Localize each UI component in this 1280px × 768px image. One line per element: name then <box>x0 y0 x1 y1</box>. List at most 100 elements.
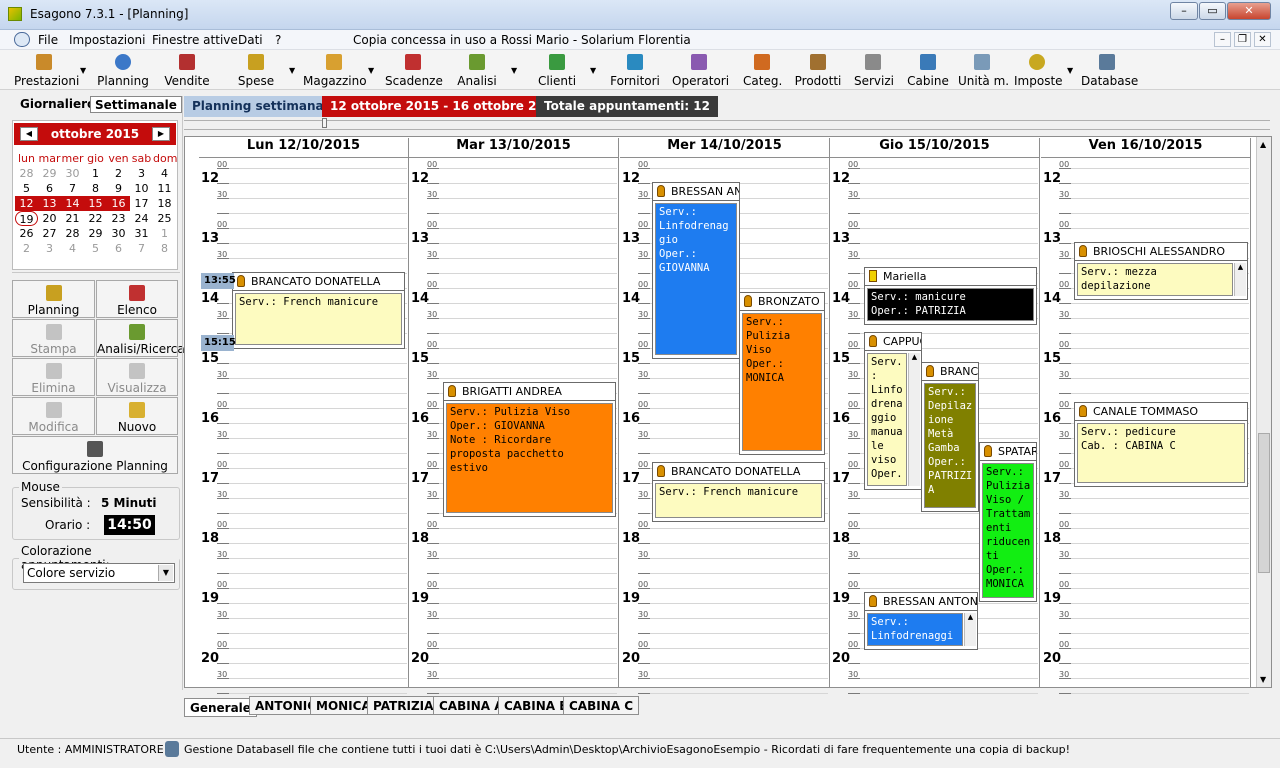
calendar-day[interactable]: 8 <box>153 241 176 256</box>
tab-giornaliero[interactable]: Giornaliero <box>16 96 99 113</box>
calendar-day[interactable]: 4 <box>61 241 84 256</box>
calendar-day[interactable]: 3 <box>130 166 153 181</box>
coloring-select[interactable]: Colore servizio ▼ <box>23 563 175 583</box>
nuovo-button[interactable]: Nuovo <box>96 397 178 435</box>
prestazioni-dropdown-icon[interactable]: ▼ <box>80 66 86 75</box>
mdi-close-button[interactable]: ✕ <box>1254 32 1271 47</box>
calendar-day[interactable]: 5 <box>84 241 107 256</box>
appointment-scrollbar[interactable]: ▲ <box>1234 263 1246 296</box>
calendar-day[interactable]: 7 <box>130 241 153 256</box>
toolbar-unita-button[interactable]: Unità m. <box>958 52 1009 88</box>
stampa-button[interactable]: Stampa <box>12 319 95 357</box>
toolbar-imposte-button[interactable]: Imposte <box>1014 52 1063 88</box>
visualizza-button[interactable]: Visualizza <box>96 358 178 396</box>
next-month-button[interactable]: ▶ <box>152 127 170 141</box>
mdi-minimize-button[interactable]: – <box>1214 32 1231 47</box>
calendar-day[interactable]: 8 <box>84 181 107 196</box>
calendar-day[interactable]: 16 <box>107 196 130 211</box>
appointment-card[interactable]: BRONZATO IA Serv.: Pulizia Viso Oper.: MO… <box>739 292 825 455</box>
toolbar-magazzino-button[interactable]: Magazzino <box>303 52 367 88</box>
mdi-restore-button[interactable]: ❐ <box>1234 32 1251 47</box>
appointment-card[interactable]: SPATAR Serv.: Pulizia Viso / Trattam enti… <box>979 442 1037 602</box>
calendar-day[interactable]: 23 <box>107 211 130 226</box>
menu-help[interactable]: ? <box>275 33 281 47</box>
calendar-day[interactable]: 27 <box>38 226 61 241</box>
appointment-card[interactable]: BRANC Serv.: Depilaz ione Metà Gamba Oper… <box>921 362 979 512</box>
toolbar-prestazioni-button[interactable]: Prestazioni <box>14 52 79 88</box>
calendar-day[interactable]: 30 <box>107 226 130 241</box>
calendar-day[interactable]: 25 <box>153 211 176 226</box>
splitter[interactable] <box>182 96 183 690</box>
calendar-day[interactable]: 13 <box>38 196 61 211</box>
calendar-day[interactable]: 3 <box>38 241 61 256</box>
zoom-track[interactable] <box>184 118 1270 130</box>
calendar-day[interactable]: 29 <box>84 226 107 241</box>
appointment-card[interactable]: BRESSAN ANTONIO Serv.: Linfodrenaggi ▲ <box>864 592 978 650</box>
calendar-day[interactable]: 24 <box>130 211 153 226</box>
calendar-day[interactable]: 20 <box>38 211 61 226</box>
scroll-up-icon[interactable]: ▲ <box>1238 263 1243 271</box>
toolbar-cabine-button[interactable]: Cabine <box>907 52 949 88</box>
scroll-down-icon[interactable]: ▼ <box>1260 675 1266 684</box>
day-column[interactable]: 0012300013300014300015300016300017300018… <box>199 158 409 694</box>
toolbar-operatori-button[interactable]: Operatori <box>672 52 729 88</box>
appointment-card[interactable]: CAPPUC Serv. : Linfo drena ggio manua le … <box>864 332 922 490</box>
status-db[interactable]: Gestione Database <box>184 743 289 756</box>
elimina-button[interactable]: Elimina <box>12 358 95 396</box>
calendar-day[interactable]: 12 <box>15 196 38 211</box>
tab-generale[interactable]: Generale <box>184 698 257 717</box>
analisi-ricerca-button[interactable]: Analisi/Ricerca <box>96 319 185 357</box>
appointment-card[interactable]: CANALE TOMMASO Serv.: pedicure Cab. : CAB… <box>1074 402 1248 487</box>
chevron-down-icon[interactable]: ▼ <box>158 565 173 581</box>
analisi-dropdown-icon[interactable]: ▼ <box>511 66 517 75</box>
elenco-button[interactable]: Elenco <box>96 280 178 318</box>
calendar-day[interactable]: 17 <box>130 196 153 211</box>
calendar-day[interactable]: 21 <box>61 211 84 226</box>
tab-patrizia[interactable]: PATRIZIA <box>367 696 440 715</box>
planning-button[interactable]: Planning <box>12 280 95 318</box>
toolbar-analisi-button[interactable]: Analisi <box>456 52 498 88</box>
calendar-day[interactable]: 30 <box>61 166 84 181</box>
calendar-day[interactable]: 10 <box>130 181 153 196</box>
calendar-day[interactable]: 19 <box>15 211 38 226</box>
appointment-card[interactable]: BRANCATO DONATELLA Serv.: French manicure <box>652 462 825 522</box>
appointment-card[interactable]: BRIOSCHI ALESSANDRO Serv.: mezza depilazi… <box>1074 242 1248 300</box>
appointment-card[interactable]: Mariella Serv.: manicure Oper.: PATRIZIA <box>864 267 1037 325</box>
imposte-dropdown-icon[interactable]: ▼ <box>1067 66 1073 75</box>
appointment-card[interactable]: BRESSAN ANT Serv.: Linfodrenag gio Oper.:… <box>652 182 740 359</box>
toolbar-servizi-button[interactable]: Servizi <box>854 52 894 88</box>
appointment-card[interactable]: BRANCATO DONATELLA Serv.: French manicure <box>232 272 405 349</box>
toolbar-fornitori-button[interactable]: Fornitori <box>610 52 660 88</box>
maximize-button[interactable]: ▭ <box>1199 2 1226 20</box>
toolbar-database-button[interactable]: Database <box>1081 52 1138 88</box>
tab-settimanale[interactable]: Settimanale <box>90 96 182 113</box>
calendar-day[interactable]: 6 <box>107 241 130 256</box>
calendar-day[interactable]: 18 <box>153 196 176 211</box>
scroll-up-icon[interactable]: ▲ <box>968 613 973 621</box>
calendar-day[interactable]: 31 <box>130 226 153 241</box>
menu-dati[interactable]: Dati <box>238 33 263 47</box>
planner-scrollbar[interactable]: ▲ ▼ <box>1256 137 1271 687</box>
appointment-scrollbar[interactable]: ▲ <box>908 353 920 486</box>
menu-impostazioni[interactable]: Impostazioni <box>69 33 145 47</box>
menu-file[interactable]: File <box>38 33 58 47</box>
calendar-day[interactable]: 11 <box>153 181 176 196</box>
calendar-day[interactable]: 28 <box>61 226 84 241</box>
calendar-day[interactable]: 14 <box>61 196 84 211</box>
calendar-day[interactable]: 5 <box>15 181 38 196</box>
toolbar-categ-button[interactable]: Categ. <box>743 52 782 88</box>
toolbar-prodotti-button[interactable]: Prodotti <box>794 52 842 88</box>
minimize-button[interactable]: – <box>1170 2 1198 20</box>
toolbar-planning-button[interactable]: Planning <box>96 52 150 88</box>
magazzino-dropdown-icon[interactable]: ▼ <box>368 66 374 75</box>
calendar-day[interactable]: 22 <box>84 211 107 226</box>
zoom-thumb[interactable] <box>322 118 327 128</box>
configurazione-planning-button[interactable]: Configurazione Planning <box>12 436 178 474</box>
toolbar-spese-button[interactable]: Spese <box>236 52 276 88</box>
calendar-day[interactable]: 4 <box>153 166 176 181</box>
toolbar-vendite-button[interactable]: Vendite <box>163 52 211 88</box>
toolbar-clienti-button[interactable]: Clienti <box>536 52 578 88</box>
clienti-dropdown-icon[interactable]: ▼ <box>590 66 596 75</box>
calendar-day[interactable]: 26 <box>15 226 38 241</box>
menu-finestre-attive[interactable]: Finestre attive <box>152 33 238 47</box>
